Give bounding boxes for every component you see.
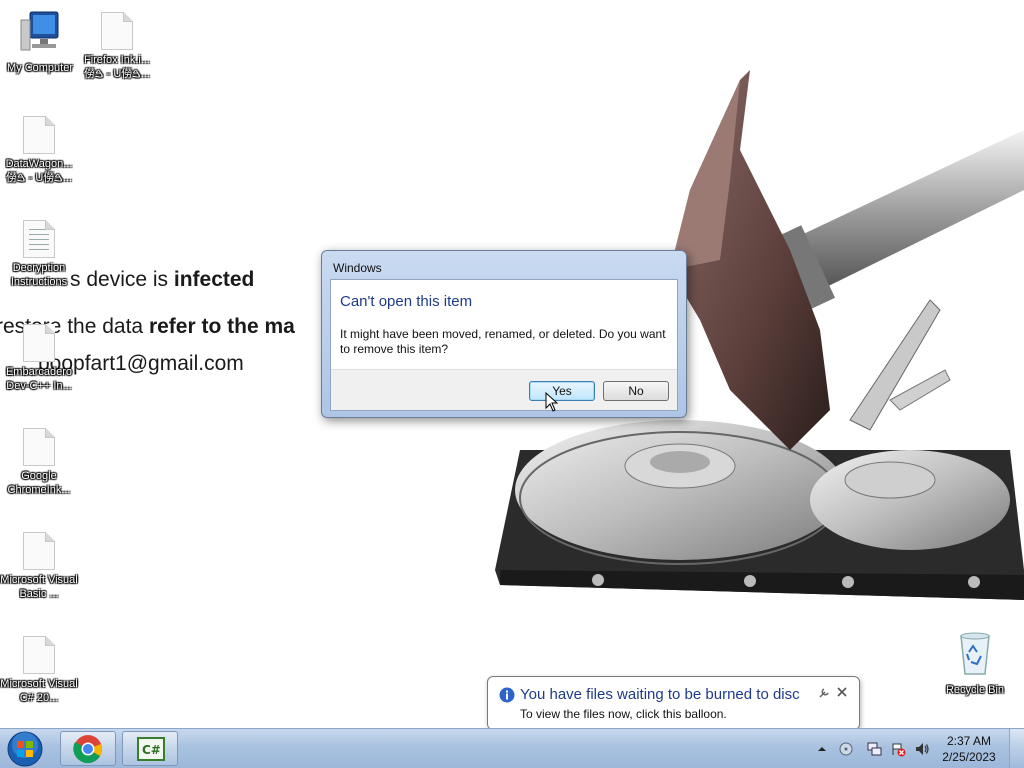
icon-label: DataWagon... 僗ࠁ - U僗ࠁ... <box>5 158 73 184</box>
network-icon[interactable] <box>866 741 882 757</box>
file-icon <box>101 12 133 50</box>
clock-date: 2/25/2023 <box>942 750 996 764</box>
balloon-title: You have files waiting to be burned to d… <box>520 686 800 703</box>
action-center-icon[interactable] <box>890 741 906 757</box>
icon-label: Embarcadero Dev-C++ In... <box>5 366 73 392</box>
close-icon[interactable] <box>837 687 847 697</box>
icon-label: Google ChromeInk... <box>7 470 71 496</box>
icon-label: Microsoft Visual C# 20... <box>0 678 78 704</box>
system-clock[interactable]: 2:37 AM 2/25/2023 <box>934 733 1004 765</box>
taskbar-chrome-button[interactable] <box>60 731 116 766</box>
no-button[interactable]: No <box>603 381 669 401</box>
yes-button[interactable]: Yes <box>529 381 595 401</box>
wrench-icon[interactable] <box>818 687 830 699</box>
text-file-icon <box>23 220 55 258</box>
desktop[interactable]: s device is infected restore the data re… <box>0 0 1024 728</box>
icon-label: Decryption Instructions <box>10 262 68 288</box>
file-icon <box>23 532 55 570</box>
burn-files-balloon[interactable]: You have files waiting to be burned to d… <box>487 676 860 728</box>
dialog-message: It might have been moved, renamed, or de… <box>340 327 666 356</box>
dialog-title: Windows <box>333 261 382 275</box>
chrome-icon <box>73 735 102 764</box>
taskbar-csharp-button[interactable]: C# <box>122 731 178 766</box>
svg-text:C#: C# <box>142 743 161 757</box>
burn-disc-tray-icon[interactable] <box>838 741 854 757</box>
file-icon <box>23 324 55 362</box>
dialog-heading: Can't open this item <box>340 293 473 310</box>
desktop-icon-datawagon[interactable]: DataWagon... 僗ࠁ - U僗ࠁ... <box>0 116 78 185</box>
dialog-body: Can't open this item It might have been … <box>330 279 678 411</box>
desktop-icon-decryption-instructions[interactable]: Decryption Instructions <box>0 220 78 289</box>
info-icon <box>499 687 515 703</box>
desktop-icon-visual-basic[interactable]: Microsoft Visual Basic ... <box>0 532 78 601</box>
show-desktop-button[interactable] <box>1009 729 1024 768</box>
desktop-icon-recycle-bin[interactable]: Recycle Bin <box>936 630 1014 697</box>
csharp-icon: C# <box>137 737 165 761</box>
file-icon <box>23 428 55 466</box>
desktop-icon-firefox[interactable]: Firefox Ink.i... 僗ࠁ - U僗ࠁ... <box>78 12 156 81</box>
mouse-cursor-icon <box>545 392 559 412</box>
taskbar: C# 2:37 AM 2/25/2023 <box>0 728 1024 768</box>
desktop-icon-google-chrome[interactable]: Google ChromeInk... <box>0 428 78 497</box>
file-icon <box>23 636 55 674</box>
icon-label: Microsoft Visual Basic ... <box>0 574 78 600</box>
icon-label: Firefox Ink.i... 僗ࠁ - U僗ࠁ... <box>83 54 151 80</box>
clock-time: 2:37 AM <box>946 734 992 748</box>
desktop-icon-embarcadero[interactable]: Embarcadero Dev-C++ In... <box>0 324 78 393</box>
file-icon <box>23 116 55 154</box>
volume-icon[interactable] <box>914 741 930 757</box>
desktop-icon-visual-csharp[interactable]: Microsoft Visual C# 20... <box>0 636 78 705</box>
icon-label: My Computer <box>6 62 74 74</box>
start-button[interactable] <box>4 730 46 768</box>
show-hidden-icons-icon[interactable] <box>814 741 830 757</box>
computer-icon <box>20 11 59 51</box>
balloon-text: To view the files now, click this balloo… <box>520 707 727 721</box>
icon-label: Recycle Bin <box>945 684 1005 696</box>
cant-open-item-dialog[interactable]: Windows Can't open this item It might ha… <box>321 250 687 418</box>
dialog-button-bar: Yes No <box>331 369 677 410</box>
desktop-icon-my-computer[interactable]: My Computer <box>1 10 79 75</box>
recycle-bin-icon <box>960 632 990 675</box>
ransom-text-line-1: s device is infected <box>70 268 255 291</box>
